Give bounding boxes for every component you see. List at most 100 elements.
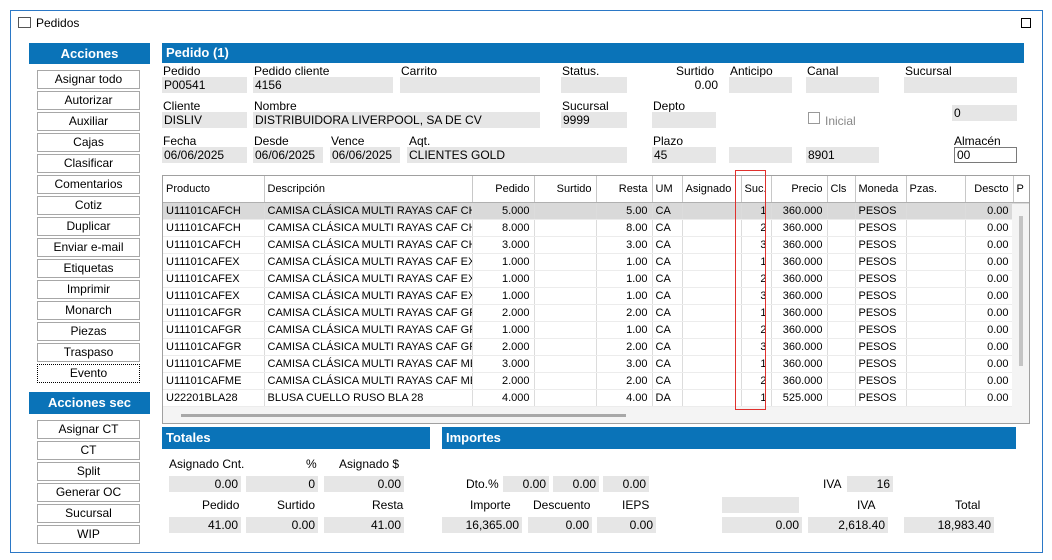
cliente-field[interactable]: DISLIV — [162, 112, 247, 128]
table-row[interactable]: U11101CAFME CAMISA CLÁSICA MULTI RAYAS CA… — [163, 372, 1029, 390]
maximize-button[interactable] — [1021, 18, 1031, 28]
cell-precio: 525.000 — [771, 389, 828, 407]
table-row[interactable]: U11101CAFEX CAMISA CLÁSICA MULTI RAYAS CA… — [163, 270, 1029, 288]
table-row[interactable]: U11101CAFCH CAMISA CLÁSICA MULTI RAYAS CA… — [163, 219, 1029, 237]
asignar-todo-button[interactable]: Asignar todo — [37, 70, 140, 89]
table-row[interactable]: U11101CAFGR CAMISA CLÁSICA MULTI RAYAS CA… — [163, 338, 1029, 356]
cell-descto: 0.00 — [965, 287, 1014, 305]
depto-field[interactable] — [652, 112, 716, 128]
comentarios-button[interactable]: Comentarios — [37, 175, 140, 194]
pedido-field[interactable]: P00541 — [162, 77, 247, 93]
etiquetas-button[interactable]: Etiquetas — [37, 259, 140, 278]
carrito-field[interactable] — [400, 77, 540, 93]
status-field[interactable] — [561, 77, 627, 93]
col-header-cls[interactable]: Cls — [827, 176, 856, 203]
table-row[interactable]: U22201BLA28 BLUSA CUELLO RUSO BLA 28 4.000… — [163, 389, 1029, 407]
ct-button[interactable]: CT — [37, 441, 140, 460]
cell-asignado — [682, 253, 742, 271]
cell-producto: U11101CAFEX — [163, 253, 265, 271]
cell-pzas — [906, 287, 966, 305]
table-row[interactable]: U11101CAFME CAMISA CLÁSICA MULTI RAYAS CA… — [163, 355, 1029, 373]
table-row[interactable]: U11101CAFCH CAMISA CLÁSICA MULTI RAYAS CA… — [163, 236, 1029, 254]
table-row[interactable]: U11101CAFEX CAMISA CLÁSICA MULTI RAYAS CA… — [163, 287, 1029, 305]
cell-resta: 3.00 — [596, 355, 653, 373]
cell-descripcion: CAMISA CLÁSICA MULTI RAYAS CAF ME — [264, 355, 473, 373]
duplicar-button[interactable]: Duplicar — [37, 217, 140, 236]
code-field[interactable]: 8901 — [806, 147, 879, 163]
fecha-field[interactable]: 06/06/2025 — [162, 147, 247, 163]
cell-um: CA — [652, 219, 683, 237]
vertical-scrollbar[interactable] — [1012, 204, 1029, 423]
vence-field[interactable]: 06/06/2025 — [330, 147, 400, 163]
col-header-resta[interactable]: Resta — [596, 176, 653, 203]
autorizar-button[interactable]: Autorizar — [37, 91, 140, 110]
col-header-descto[interactable]: Descto — [965, 176, 1014, 203]
sucursal-button[interactable]: Sucursal — [37, 504, 140, 523]
plazo-field[interactable]: 45 — [652, 147, 716, 163]
anticipo-field[interactable] — [729, 77, 792, 93]
cell-descripcion: CAMISA CLÁSICA MULTI RAYAS CAF CH — [264, 236, 473, 254]
cell-descto: 0.00 — [965, 372, 1014, 390]
cell-pedido: 3.000 — [472, 355, 535, 373]
enviar-e-mail-button[interactable]: Enviar e-mail — [37, 238, 140, 257]
canal-field[interactable] — [806, 77, 879, 93]
cajas-button[interactable]: Cajas — [37, 133, 140, 152]
col-header-pzas[interactable]: Pzas. — [906, 176, 966, 203]
generar-oc-button[interactable]: Generar OC — [37, 483, 140, 502]
pedido-lines-grid[interactable]: Producto Descripción Pedido Surtido Resta UM A… — [162, 175, 1030, 424]
extra-field: 0.00 — [722, 517, 802, 533]
cell-surtido — [534, 287, 597, 305]
asignar-ct-button[interactable]: Asignar CT — [37, 420, 140, 439]
vertical-scroll-thumb[interactable] — [1019, 216, 1023, 366]
cell-descto: 0.00 — [965, 236, 1014, 254]
cell-cls — [827, 202, 856, 220]
cell-descto: 0.00 — [965, 270, 1014, 288]
plazo-label: Plazo — [653, 134, 684, 148]
col-header-um[interactable]: UM — [652, 176, 683, 203]
table-row[interactable]: U11101CAFGR CAMISA CLÁSICA MULTI RAYAS CA… — [163, 304, 1029, 322]
cell-descto: 0.00 — [965, 304, 1014, 322]
cell-pzas — [906, 338, 966, 356]
cell-descto: 0.00 — [965, 321, 1014, 339]
ieps-field: 0.00 — [597, 517, 656, 533]
desde-field[interactable]: 06/06/2025 — [253, 147, 323, 163]
dto3-field: 0.00 — [603, 476, 649, 492]
cotiz-button[interactable]: Cotiz — [37, 196, 140, 215]
col-header-pedido[interactable]: Pedido — [472, 176, 535, 203]
traspaso-button[interactable]: Traspaso — [37, 343, 140, 362]
col-header-precio[interactable]: Precio — [771, 176, 828, 203]
almacen-field[interactable]: 00 — [954, 147, 1017, 163]
table-row[interactable]: U11101CAFCH CAMISA CLÁSICA MULTI RAYAS CA… — [163, 202, 1029, 220]
pedido-cliente-field[interactable]: 4156 — [253, 77, 393, 93]
piezas-button[interactable]: Piezas — [37, 322, 140, 341]
col-header-producto[interactable]: Producto — [163, 176, 265, 203]
sucursal-field[interactable]: 9999 — [561, 112, 627, 128]
total-resta-field: 41.00 — [324, 517, 404, 533]
col-header-moneda[interactable]: Moneda — [855, 176, 907, 203]
table-row[interactable]: U11101CAFGR CAMISA CLÁSICA MULTI RAYAS CA… — [163, 321, 1029, 339]
cell-descripcion: CAMISA CLÁSICA MULTI RAYAS CAF GR — [264, 321, 473, 339]
table-row[interactable]: U11101CAFEX CAMISA CLÁSICA MULTI RAYAS CA… — [163, 253, 1029, 271]
clasificar-button[interactable]: Clasificar — [37, 154, 140, 173]
inicial-checkbox[interactable] — [808, 112, 820, 124]
cell-precio: 360.000 — [771, 253, 828, 271]
cell-resta: 2.00 — [596, 338, 653, 356]
evento-button[interactable]: Evento — [37, 364, 140, 383]
sucursal-top-field[interactable] — [904, 77, 1017, 93]
cell-producto: U11101CAFCH — [163, 202, 265, 220]
split-button[interactable]: Split — [37, 462, 140, 481]
col-header-asignado[interactable]: Asignado — [682, 176, 742, 203]
pct-label: % — [306, 457, 317, 471]
nombre-field[interactable]: DISTRIBUIDORA LIVERPOOL, SA DE CV — [253, 112, 540, 128]
aqt-field[interactable]: CLIENTES GOLD — [407, 147, 627, 163]
imprimir-button[interactable]: Imprimir — [37, 280, 140, 299]
monarch-button[interactable]: Monarch — [37, 301, 140, 320]
col-header-surtido[interactable]: Surtido — [534, 176, 597, 203]
col-header-p[interactable]: P — [1013, 176, 1029, 203]
horizontal-scroll-thumb[interactable] — [181, 414, 626, 417]
cell-pzas — [906, 321, 966, 339]
horizontal-scrollbar[interactable] — [163, 407, 1012, 423]
auxiliar-button[interactable]: Auxiliar — [37, 112, 140, 131]
col-header-descripcion[interactable]: Descripción — [264, 176, 473, 203]
wip-button[interactable]: WIP — [37, 525, 140, 544]
